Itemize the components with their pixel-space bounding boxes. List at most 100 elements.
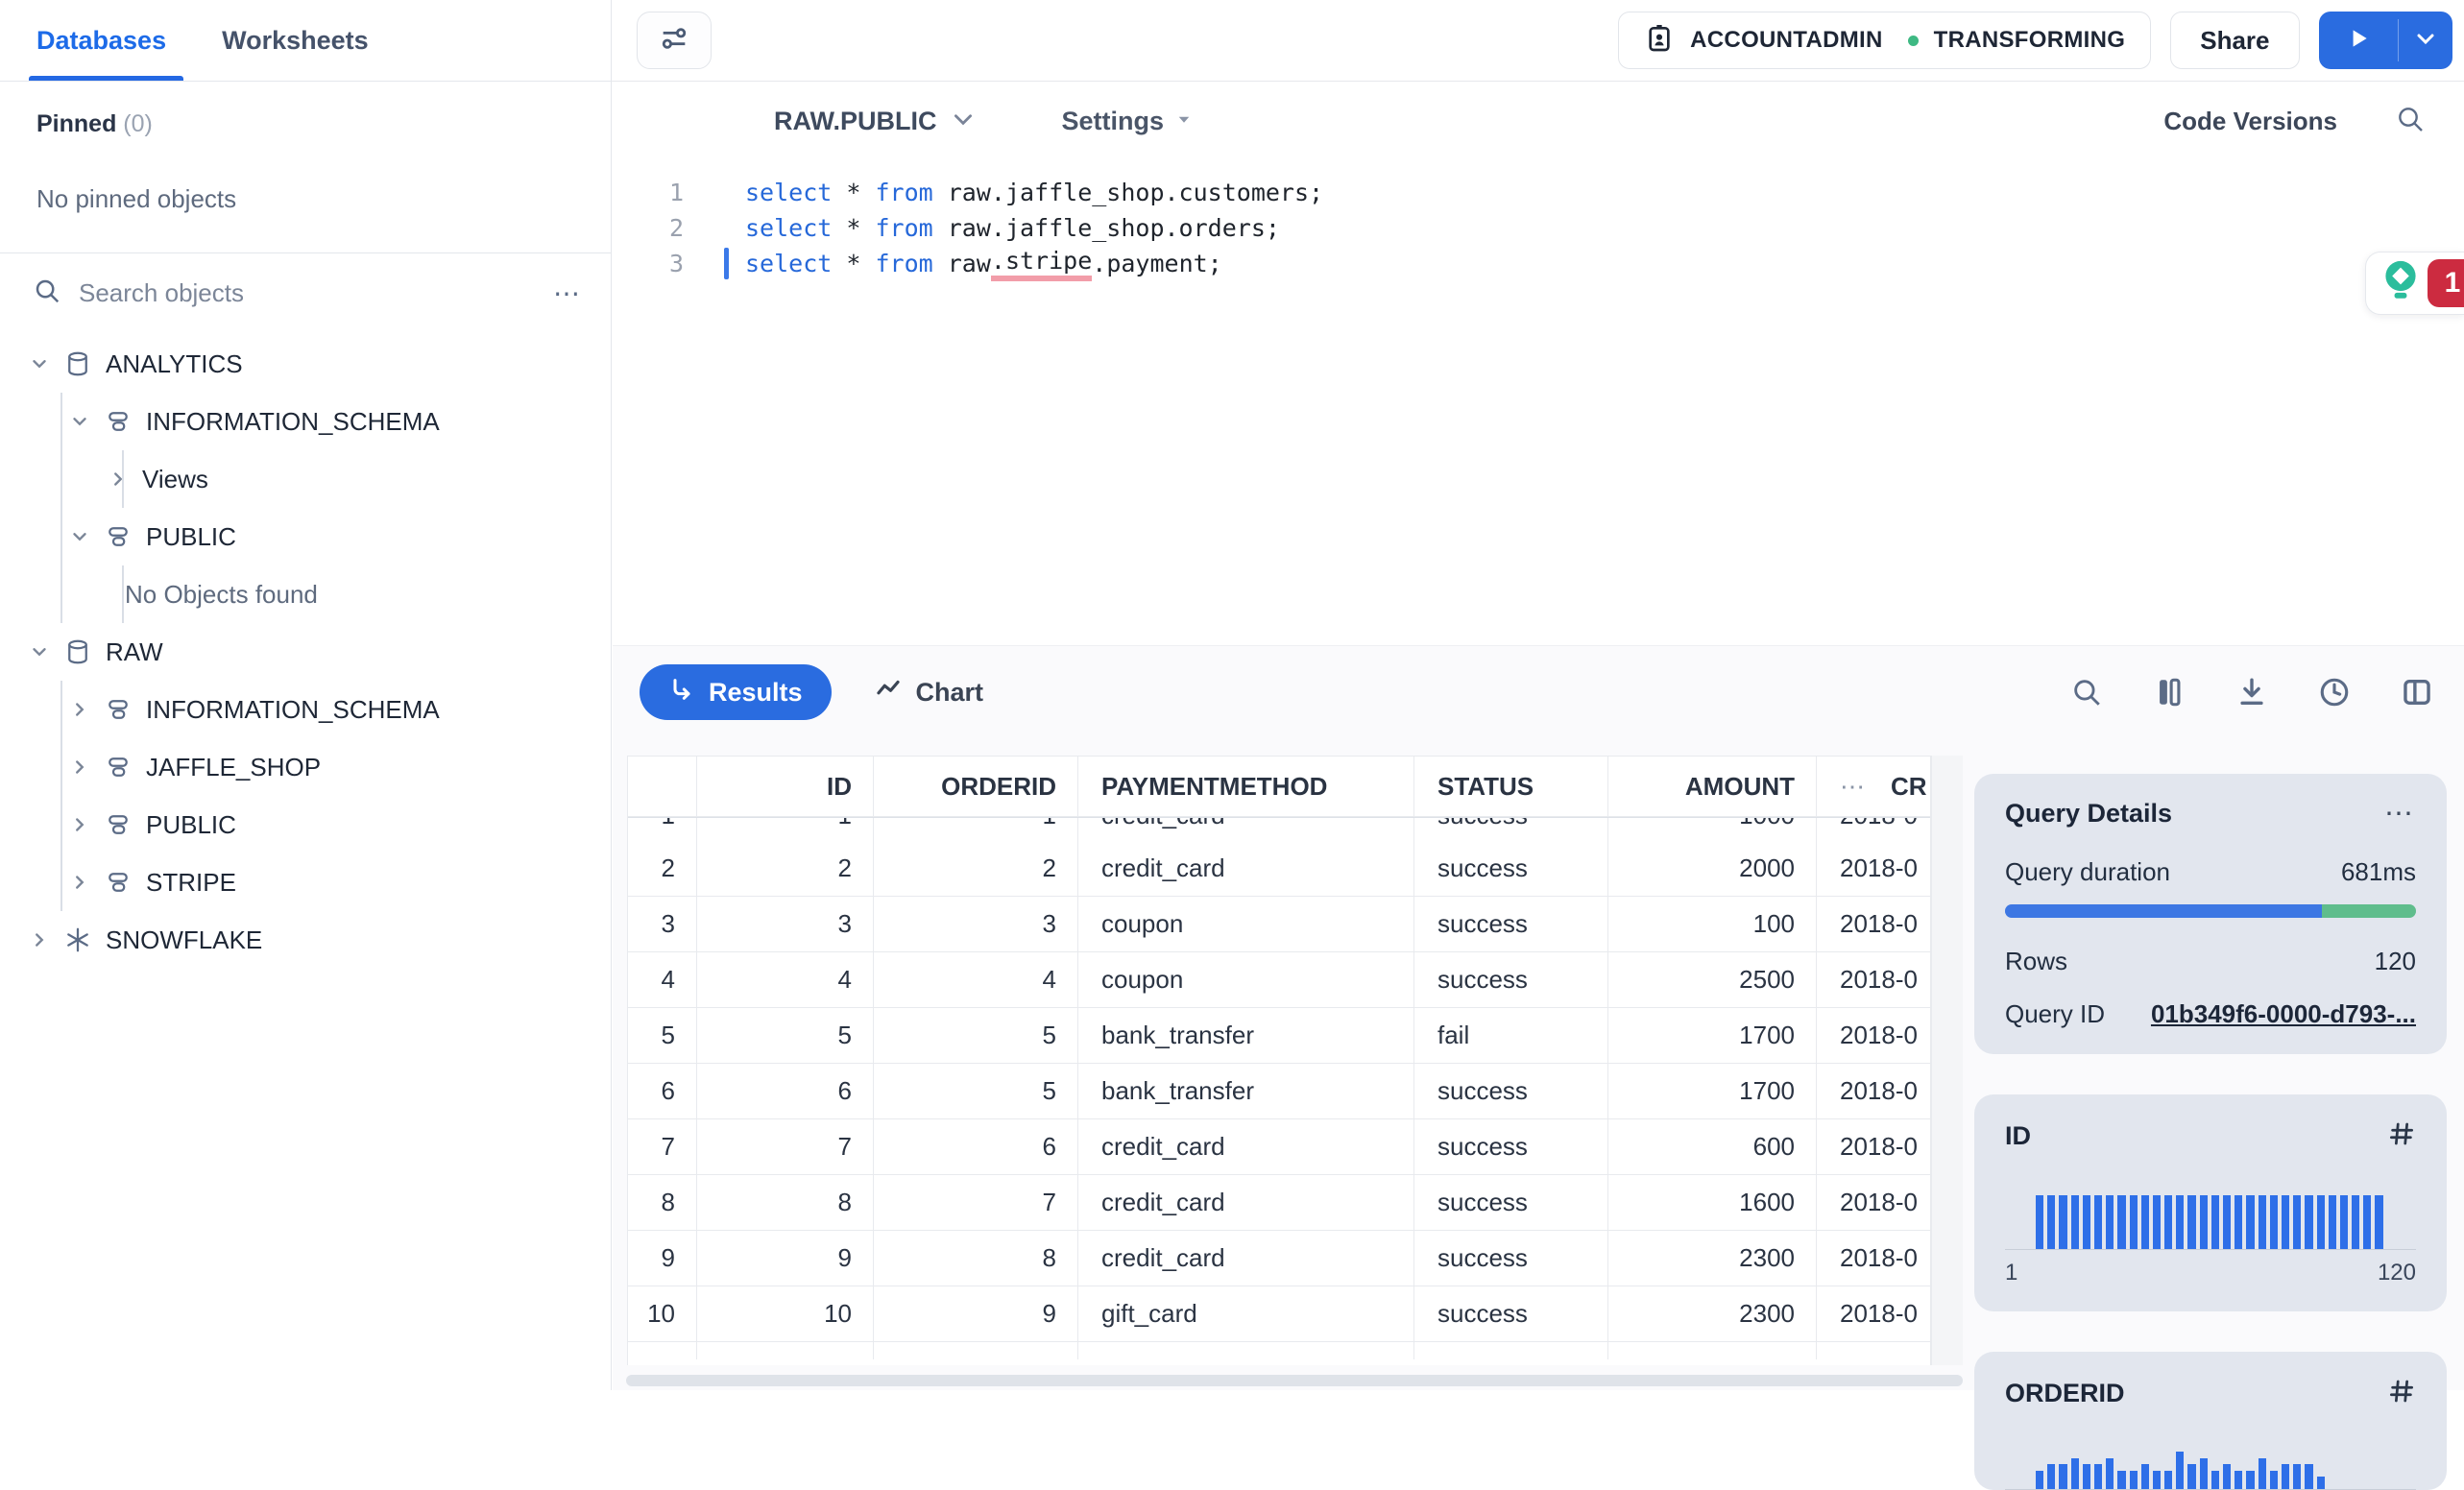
history-clock-icon[interactable] [2316,674,2353,710]
table-row[interactable]: 665bank_transfersuccess17002018-0 [628,1064,1930,1119]
column-header-PAYMENTMETHOD[interactable]: PAYMENTMETHOD [1078,757,1414,817]
query-details-menu-icon[interactable]: ⋯ [2384,809,2416,819]
numeric-column-hash-icon[interactable] [2387,1119,2416,1153]
split-panel-icon[interactable] [2399,674,2435,710]
tree-item-stripe[interactable]: STRIPE [0,853,611,911]
table-row[interactable]: 333couponsuccess1002018-0 [628,897,1930,952]
schema-icon [104,868,133,897]
id-histogram[interactable] [2036,1166,2416,1249]
table-vertical-scrollbar[interactable] [1931,756,1963,1365]
sql-text: * [832,179,875,206]
table-row[interactable]: 444couponsuccess25002018-0 [628,952,1930,1008]
chevron-right-icon[interactable] [29,929,50,950]
tree-item-analytics[interactable]: ANALYTICS [0,335,611,393]
tree-item-label: SNOWFLAKE [106,925,262,955]
column-header-rownum[interactable] [628,757,697,817]
query-id-link[interactable]: 01b349f6-0000-d793-... [2151,999,2416,1029]
chevron-down-icon[interactable] [29,353,50,374]
editor-search-icon[interactable] [2395,104,2426,139]
settings-label: Settings [1062,107,1165,136]
table-row[interactable]: 776credit_cardsuccess6002018-0 [628,1119,1930,1175]
table-cell: 2018-0 [1817,952,1931,1008]
tab-worksheets[interactable]: Worksheets [222,0,369,81]
table-cell: bank_transfer [1078,1008,1414,1064]
tab-results[interactable]: Results [640,664,832,720]
tree-item-label: STRIPE [146,868,236,898]
chevron-down-icon[interactable] [69,526,90,547]
tree-item-raw[interactable]: RAW [0,623,611,681]
sql-text: raw.jaffle_shop.customers; [933,179,1323,206]
histogram-bar [2305,1464,2312,1489]
table-row[interactable]: 998credit_cardsuccess23002018-0 [628,1231,1930,1286]
code-line-3[interactable]: 3select * from raw.stripe.payment; [613,246,2464,281]
tree-item-views[interactable]: Views [0,450,611,508]
orderid-histogram[interactable] [2036,1449,2416,1489]
column-header-AMOUNT[interactable]: AMOUNT [1608,757,1817,817]
chevron-right-icon[interactable] [69,699,90,720]
share-button[interactable]: Share [2170,12,2299,69]
search-input[interactable] [79,278,536,308]
schema-icon [104,810,133,839]
table-cell: 2018-0 [1817,897,1931,952]
code-line-2[interactable]: 2select * from raw.jaffle_shop.orders; [613,210,2464,246]
histogram-bar [2153,1471,2161,1490]
column-header-STATUS[interactable]: STATUS [1414,757,1608,817]
histogram-bar [2047,1195,2055,1249]
rows-value: 120 [2375,947,2416,976]
columns-icon[interactable] [2151,674,2187,710]
numeric-column-hash-icon[interactable] [2387,1377,2416,1410]
code-line-1[interactable]: 1select * from raw.jaffle_shop.customers… [613,175,2464,210]
histogram-bar [2363,1195,2371,1249]
tree-item-snowflake[interactable]: SNOWFLAKE [0,911,611,969]
column-header-ID[interactable]: ID [697,757,874,817]
tree-item-public[interactable]: PUBLIC [0,796,611,853]
settings-dropdown[interactable]: Settings [1062,107,1194,136]
column-header-CR[interactable]: ⋯CR [1817,757,1931,817]
histogram-bar [2083,1464,2090,1489]
code-versions-link[interactable]: Code Versions [2163,107,2337,136]
table-cell: 1600 [1608,1175,1817,1231]
run-options-button[interactable] [2399,12,2452,69]
table-row[interactable]: 111credit_cardsuccess10002018-0 [628,818,1930,841]
table-cell: 2018-0 [1817,1286,1931,1342]
code-area[interactable]: 1select * from raw.jaffle_shop.customers… [613,175,2464,281]
tree-guide-line [60,738,62,796]
histogram-bar [2059,1195,2066,1249]
line-number: 2 [613,214,684,242]
table-row[interactable]: 887credit_cardsuccess16002018-0 [628,1175,1930,1231]
code-line-text: select * from raw.jaffle_shop.customers; [745,179,1323,206]
chevron-right-icon[interactable] [69,872,90,893]
chevron-down-icon[interactable] [29,641,50,662]
histogram-bar [2375,1195,2382,1249]
tree-guide-line [122,450,124,508]
tab-chart[interactable]: Chart [874,675,984,710]
table-row[interactable]: 10109gift_cardsuccess23002018-0 [628,1286,1930,1342]
table-horizontal-scrollbar[interactable] [626,1375,1963,1386]
tree-item-information-schema[interactable]: INFORMATION_SCHEMA [0,393,611,450]
table-row[interactable]: 555bank_transferfail17002018-0 [628,1008,1930,1064]
tree-item-information-schema[interactable]: INFORMATION_SCHEMA [0,681,611,738]
column-menu-icon[interactable]: ⋯ [1840,772,1868,802]
orderid-panel-title: ORDERID [2005,1379,2125,1408]
copilot-suggestion-button[interactable]: 1 [2365,252,2464,315]
histogram-bar [2235,1471,2242,1490]
tab-databases[interactable]: Databases [36,0,166,81]
table-cell: bank_transfer [1078,1064,1414,1119]
context-selector-button[interactable]: ACCOUNTADMIN TRANSFORMING [1618,12,2151,69]
column-header-ORDERID[interactable]: ORDERID [874,757,1078,817]
table-row[interactable]: 222credit_cardsuccess20002018-0 [628,841,1930,897]
tree-item-jaffle-shop[interactable]: JAFFLE_SHOP [0,738,611,796]
chevron-down-icon[interactable] [69,411,90,432]
chevron-right-icon[interactable] [69,757,90,778]
chevron-right-icon[interactable] [108,469,129,490]
search-options-icon[interactable]: ⋯ [553,277,582,309]
tree-item-label: No Objects found [125,580,318,610]
download-icon[interactable] [2234,674,2270,710]
database-context-dropdown[interactable]: RAW.PUBLIC [774,107,976,136]
run-button[interactable] [2319,12,2398,69]
worksheet-filters-button[interactable] [637,12,712,69]
histogram-bar [2036,1471,2043,1490]
chevron-right-icon[interactable] [69,814,90,835]
tree-item-public[interactable]: PUBLIC [0,508,611,565]
results-search-icon[interactable] [2068,674,2105,710]
